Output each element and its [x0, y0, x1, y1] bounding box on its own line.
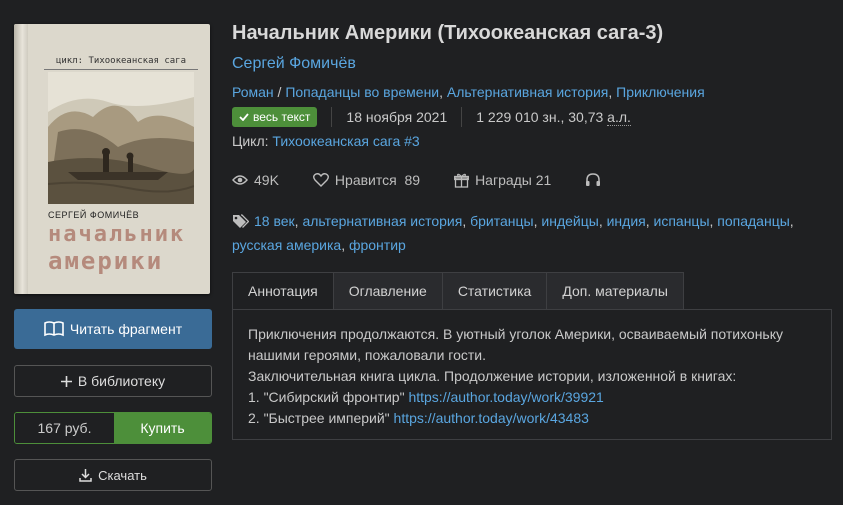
- tab-statistics[interactable]: Статистика: [442, 272, 548, 310]
- annotation-list-item: 1. "Сибирский фронтир" https://author.to…: [248, 387, 816, 408]
- views-stat: 49K: [232, 172, 279, 188]
- tag-separator: ,: [645, 213, 654, 229]
- publish-date: 18 ноября 2021: [346, 109, 448, 125]
- awards-button[interactable]: Награды 21: [454, 172, 551, 188]
- read-fragment-button[interactable]: Читать фрагмент: [14, 309, 212, 349]
- tag-link[interactable]: альтернативная история: [302, 213, 462, 229]
- tag-link[interactable]: индия: [607, 213, 646, 229]
- likes-label: Нравится: [334, 172, 397, 188]
- add-to-library-label: В библиотеку: [77, 373, 166, 389]
- book-size-value: 1 229 010 зн., 30,73: [476, 109, 608, 125]
- annotation-item-link[interactable]: https://author.today/work/39921: [408, 389, 603, 405]
- left-column: цикл: Тихоокеанская сага СЕРГЕЙ ФОМИЧЁВ …: [14, 24, 212, 491]
- read-fragment-label: Читать фрагмент: [69, 321, 183, 337]
- awards-label: Награды: [475, 172, 532, 188]
- genre-link[interactable]: Приключения: [616, 84, 705, 100]
- cycle-line: Цикл: Тихоокеанская сага #3: [232, 133, 420, 149]
- download-icon: [79, 468, 92, 482]
- genre-link[interactable]: Роман: [232, 84, 274, 100]
- genres-line: Роман / Попаданцы во времени, Альтернати…: [232, 84, 705, 100]
- tag-link[interactable]: испанцы: [654, 213, 710, 229]
- book-open-icon: [44, 321, 64, 337]
- genre-separator: /: [273, 84, 286, 100]
- genre-link[interactable]: Альтернативная история: [447, 84, 608, 100]
- annotation-list-item: 2. "Быстрее империй" https://author.toda…: [248, 408, 816, 429]
- eye-icon: [232, 175, 248, 185]
- annotation-item-link[interactable]: https://author.today/work/43483: [394, 410, 589, 426]
- tag-icon: [232, 212, 250, 234]
- meta-divider: [331, 107, 333, 127]
- book-size: 1 229 010 зн., 30,73 а.л.: [476, 109, 631, 126]
- book-title: Начальник Америки (Тихоокеанская сага-3): [232, 22, 664, 44]
- tab-annotation[interactable]: Аннотация: [232, 272, 334, 310]
- likes-count: 89: [404, 172, 421, 188]
- tags-list: 18 век, альтернативная история, британцы…: [232, 210, 822, 256]
- download-button[interactable]: Скачать: [14, 459, 212, 491]
- cover-author: СЕРГЕЙ ФОМИЧЁВ: [48, 210, 140, 220]
- tab-contents[interactable]: Оглавление: [333, 272, 443, 310]
- annotation-panel: Приключения продолжаются. В уютный уголо…: [232, 309, 832, 440]
- cycle-label: Цикл:: [232, 133, 269, 149]
- cover-spine: [14, 24, 28, 294]
- tag-separator: ,: [462, 213, 471, 229]
- full-text-badge: весь текст: [232, 107, 318, 127]
- tag-link[interactable]: фронтир: [349, 237, 406, 253]
- cover-title-line2: америки: [48, 247, 164, 275]
- headphones-icon: [586, 173, 601, 186]
- stats-bar: 49K Нравится 89 Награды 21: [232, 172, 641, 188]
- views-count: 49K: [254, 172, 279, 188]
- book-cover[interactable]: цикл: Тихоокеанская сага СЕРГЕЙ ФОМИЧЁВ …: [14, 24, 210, 294]
- tab-extra-materials[interactable]: Доп. материалы: [547, 272, 684, 310]
- price-value: 167 руб.: [15, 413, 114, 443]
- buy-button[interactable]: Купить: [114, 413, 211, 443]
- cover-illustration: [48, 72, 194, 204]
- author-link[interactable]: Сергей Фомичёв: [232, 55, 356, 73]
- genre-separator: ,: [439, 84, 447, 100]
- tag-separator: ,: [341, 237, 349, 253]
- tag-link[interactable]: попаданцы: [717, 213, 790, 229]
- gift-icon: [454, 173, 470, 188]
- awards-count: 21: [535, 172, 552, 188]
- annotation-item-text: 2. "Быстрее империй": [248, 410, 394, 426]
- tabs-bar: Аннотация Оглавление Статистика Доп. мат…: [232, 272, 684, 310]
- full-text-label: весь текст: [253, 110, 311, 124]
- add-to-library-button[interactable]: В библиотеку: [14, 365, 212, 397]
- buy-group: 167 руб. Купить: [14, 412, 212, 444]
- tag-link[interactable]: 18 век: [254, 213, 295, 229]
- annotation-paragraph: Заключительная книга цикла. Продолжение …: [248, 368, 737, 384]
- audiobook-button[interactable]: [585, 173, 607, 187]
- like-button[interactable]: Нравится 89: [312, 172, 421, 188]
- cycle-link[interactable]: Тихоокеанская сага #3: [272, 133, 419, 149]
- cover-title-line1: начальник: [48, 222, 186, 247]
- download-label: Скачать: [98, 467, 147, 483]
- tag-link[interactable]: индейцы: [541, 213, 598, 229]
- tag-link[interactable]: русская америка: [232, 237, 341, 253]
- check-icon: [239, 110, 249, 124]
- heart-icon: [312, 173, 329, 187]
- tag-separator: ,: [789, 213, 794, 229]
- annotation-paragraph: Приключения продолжаются. В уютный уголо…: [248, 326, 784, 363]
- genre-link[interactable]: Попаданцы во времени: [285, 84, 439, 100]
- annotation-item-text: 1. "Сибирский фронтир": [248, 389, 409, 405]
- meta-divider: [461, 107, 463, 127]
- genre-separator: ,: [608, 84, 617, 100]
- plus-icon: [60, 375, 72, 387]
- book-meta: весь текст 18 ноября 2021 1 229 010 зн.,…: [232, 107, 631, 127]
- tag-link[interactable]: британцы: [470, 213, 533, 229]
- tag-separator: ,: [598, 213, 607, 229]
- cover-cycle-text: цикл: Тихоокеанская сага: [44, 56, 198, 70]
- author-sheets-unit[interactable]: а.л.: [607, 109, 631, 126]
